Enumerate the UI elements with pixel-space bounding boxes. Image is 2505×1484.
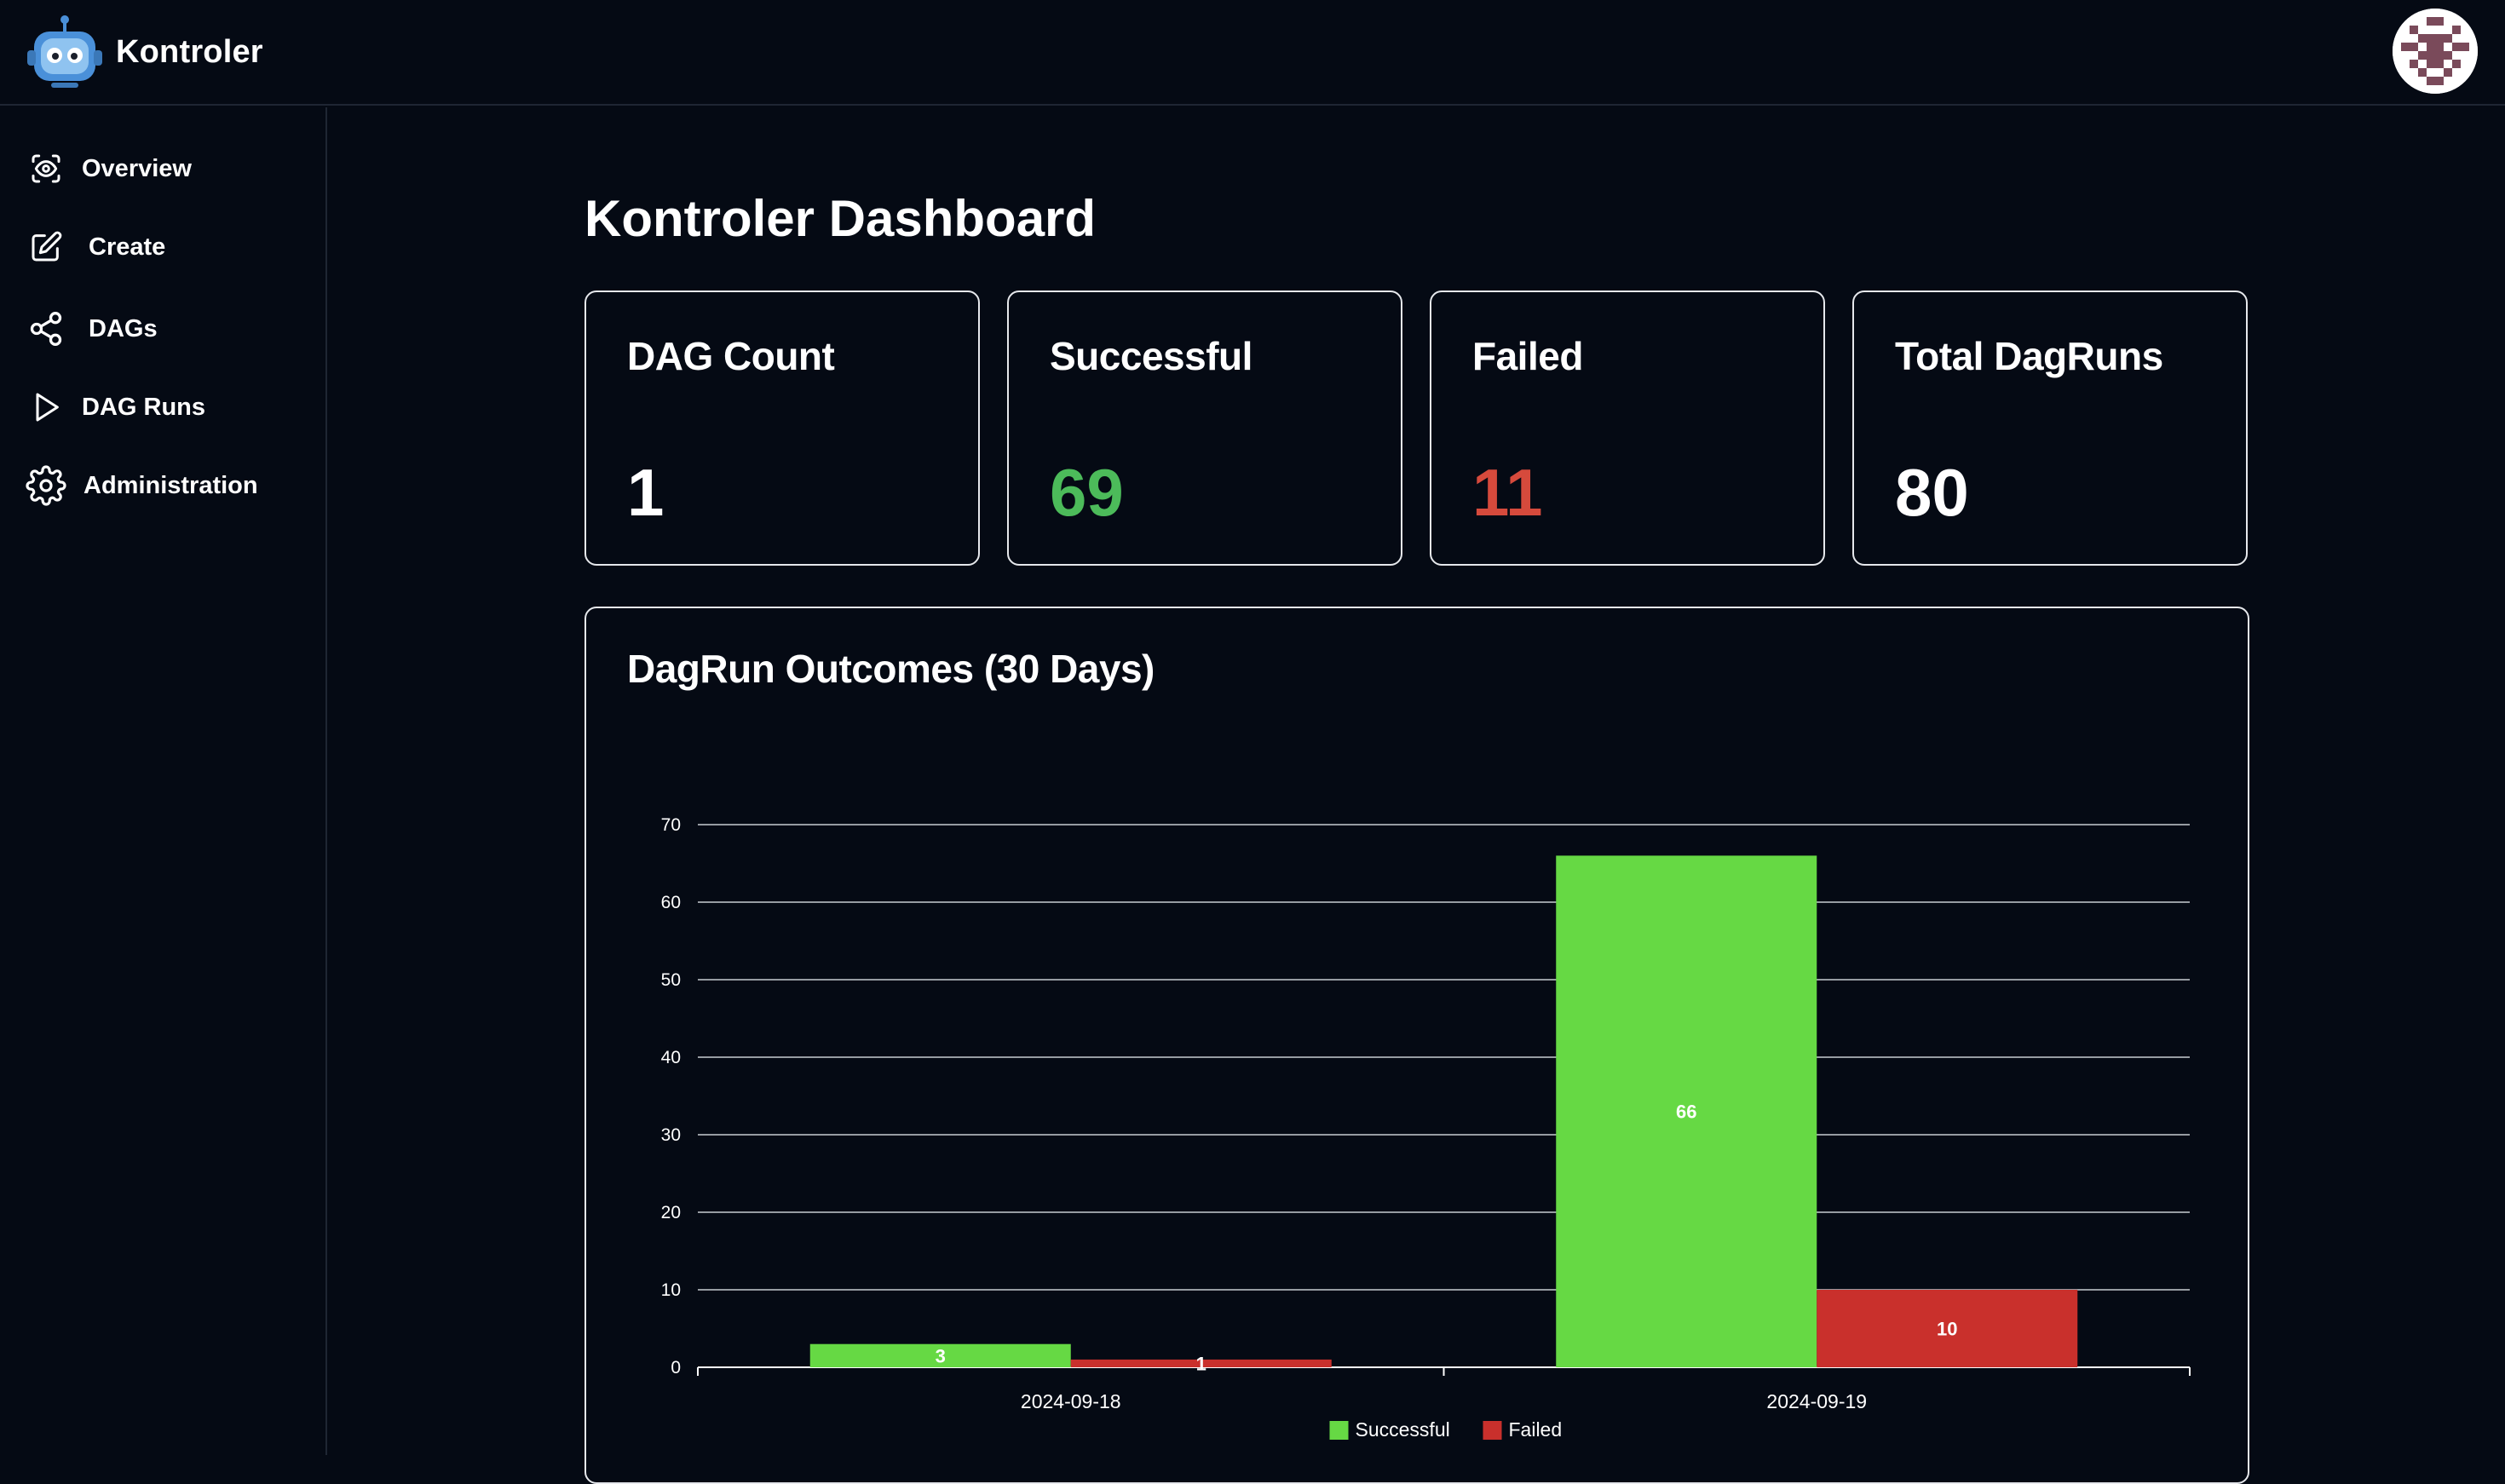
y-tick-label: 70 xyxy=(661,815,681,835)
gear-icon xyxy=(26,465,66,506)
sidebar-item-create[interactable]: Create xyxy=(26,221,165,273)
stat-label: Successful xyxy=(1050,334,1252,378)
stat-value: 1 xyxy=(627,455,665,530)
edit-icon xyxy=(26,227,66,267)
data-label: 1 xyxy=(1196,1353,1206,1374)
y-tick-label: 10 xyxy=(661,1280,681,1300)
play-icon xyxy=(26,387,66,428)
legend-swatch xyxy=(1483,1421,1502,1440)
sidebar-item-label: DAGs xyxy=(89,314,158,342)
stat-label: Total DagRuns xyxy=(1895,334,2163,378)
avatar[interactable] xyxy=(2393,9,2478,94)
sidebar-item-label: Administration xyxy=(84,471,258,499)
y-tick-label: 50 xyxy=(661,970,681,990)
y-tick-label: 60 xyxy=(661,893,681,912)
stat-value: 69 xyxy=(1050,455,1124,530)
sidebar-item-dag-runs[interactable]: DAG Runs xyxy=(26,382,205,433)
sidebar-item-label: DAG Runs xyxy=(82,393,205,421)
eye-icon xyxy=(26,148,66,189)
stat-value: 80 xyxy=(1895,455,1969,530)
page-title: Kontroler Dashboard xyxy=(584,190,1097,247)
sidebar: Overview Create DAGs DAG Runs Administra… xyxy=(0,107,327,1455)
robot-logo-icon xyxy=(27,15,102,88)
sidebar-item-dags[interactable]: DAGs xyxy=(26,303,158,354)
data-label: 10 xyxy=(1937,1319,1957,1340)
y-tick-label: 20 xyxy=(661,1203,681,1222)
legend-label: Successful xyxy=(1356,1418,1450,1441)
stat-card-dag-count: DAG Count 1 xyxy=(584,290,980,566)
data-label: 66 xyxy=(1676,1101,1696,1123)
share-icon xyxy=(26,308,66,349)
identicon-icon xyxy=(2393,9,2478,94)
y-tick-label: 40 xyxy=(661,1048,681,1067)
x-tick-label: 2024-09-18 xyxy=(1021,1390,1121,1412)
top-bar: Kontroler xyxy=(0,0,2505,106)
sidebar-item-overview[interactable]: Overview xyxy=(26,143,192,194)
stat-value: 11 xyxy=(1472,455,1543,530)
stat-card-total-dagruns: Total DagRuns 80 xyxy=(1852,290,2248,566)
app-name: Kontroler xyxy=(116,33,263,70)
data-label: 3 xyxy=(936,1345,946,1366)
stat-label: DAG Count xyxy=(627,334,835,378)
stat-label: Failed xyxy=(1472,334,1583,378)
chart-card: DagRun Outcomes (30 Days) 0 10 20 30 40 50 60 7… xyxy=(584,607,2249,1484)
sidebar-item-label: Create xyxy=(89,233,166,261)
x-tick-label: 2024-09-19 xyxy=(1766,1390,1867,1412)
stat-card-failed: Failed 11 xyxy=(1430,290,1825,566)
y-tick-label: 0 xyxy=(671,1358,681,1378)
legend-label: Failed xyxy=(1509,1418,1563,1441)
sidebar-item-label: Overview xyxy=(82,154,192,182)
stat-card-successful: Successful 69 xyxy=(1007,290,1402,566)
y-tick-label: 30 xyxy=(661,1125,681,1145)
bar-chart: 0 10 20 30 40 50 60 70 3 1 2024-09-18 66 10 2024-09-1… xyxy=(661,815,2191,1441)
brand[interactable]: Kontroler xyxy=(26,14,263,90)
legend-swatch xyxy=(1329,1421,1349,1440)
sidebar-item-administration[interactable]: Administration xyxy=(26,460,258,511)
